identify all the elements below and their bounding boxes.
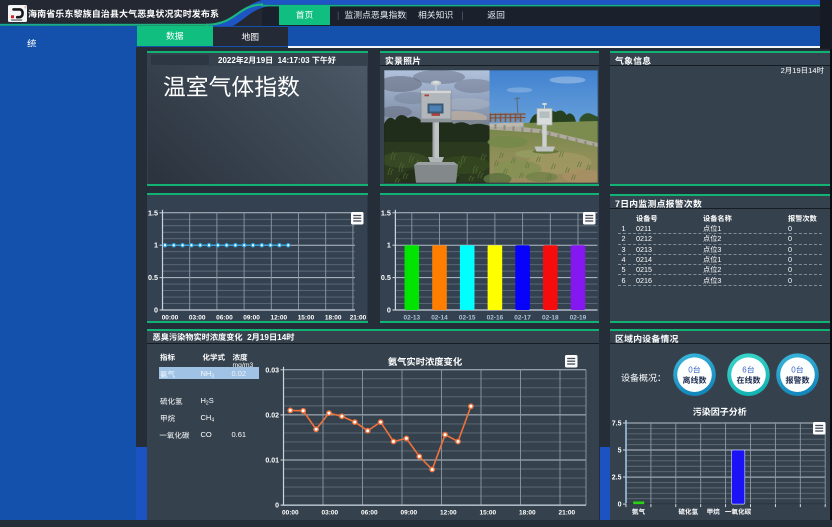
svg-text:在线数: 在线数 [736, 375, 760, 386]
svg-text:甲烷: 甲烷 [706, 506, 720, 516]
svg-text:0: 0 [617, 502, 621, 509]
svg-text:0台: 0台 [688, 366, 700, 375]
svg-text:15:00: 15:00 [479, 510, 496, 517]
svg-text:1.5: 1.5 [380, 208, 390, 217]
svg-text:21:00: 21:00 [558, 510, 575, 517]
svg-text:报警数: 报警数 [785, 375, 809, 386]
svg-text:0.03: 0.03 [265, 368, 279, 375]
svg-text:5: 5 [617, 448, 621, 455]
svg-text:氨气: 氨气 [631, 506, 645, 516]
svg-text:06:00: 06:00 [361, 510, 378, 517]
svg-text:氨气实时浓度变化: 氨气实时浓度变化 [388, 354, 463, 368]
svg-text:0.02: 0.02 [265, 413, 279, 420]
svg-text:0台: 0台 [791, 366, 803, 375]
svg-text:09:00: 09:00 [401, 510, 418, 517]
svg-text:7.5: 7.5 [611, 421, 621, 428]
svg-text:0.5: 0.5 [148, 273, 158, 282]
svg-text:12:00: 12:00 [440, 510, 457, 517]
svg-text:0: 0 [154, 305, 158, 314]
svg-text:18:00: 18:00 [519, 510, 536, 517]
svg-text:0: 0 [275, 503, 279, 510]
svg-text:1.5: 1.5 [148, 208, 158, 217]
svg-text:0.01: 0.01 [265, 458, 279, 465]
svg-text:6台: 6台 [742, 366, 754, 375]
svg-text:00:00: 00:00 [282, 510, 299, 517]
svg-text:2.5: 2.5 [611, 475, 621, 482]
svg-text:03:00: 03:00 [322, 510, 339, 517]
svg-text:1: 1 [154, 241, 158, 250]
svg-text:1: 1 [386, 241, 390, 250]
svg-text:离线数: 离线数 [682, 375, 706, 386]
svg-text:0.5: 0.5 [380, 273, 390, 282]
svg-text:一氧化碳: 一氧化碳 [724, 506, 751, 516]
svg-text:0: 0 [386, 305, 390, 314]
svg-text:硫化氢: 硫化氢 [678, 506, 698, 516]
